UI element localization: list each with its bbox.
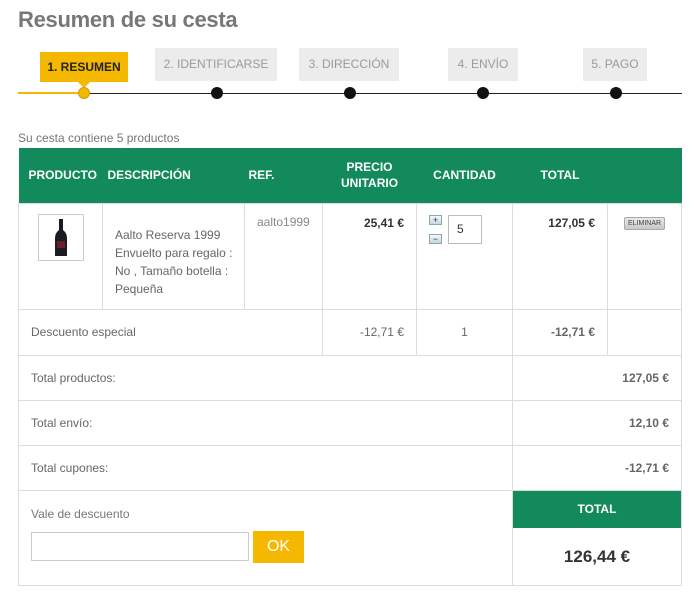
product-description-cell: Aalto Reserva 1999 Envuelto para regalo …: [102, 202, 245, 310]
product-image-cell: [18, 202, 103, 310]
grand-total-cell: TOTAL 126,44 €: [512, 489, 682, 586]
product-quantity-cell: + −: [416, 202, 513, 310]
step-dot-pago: [610, 87, 622, 99]
product-thumbnail[interactable]: [37, 213, 84, 261]
total-products-label: Total productos:: [18, 354, 513, 401]
step-dot-envio: [477, 87, 489, 99]
discount-label: Descuento especial: [18, 308, 323, 356]
product-ref-cell: aalto1999: [244, 202, 323, 310]
product-actions-cell: ELIMINAR: [607, 202, 682, 310]
quantity-decrease-button[interactable]: −: [429, 233, 442, 244]
quantity-input[interactable]: [448, 214, 482, 244]
col-header-description: DESCRIPCIÓN: [102, 148, 245, 203]
col-header-actions: [607, 148, 682, 203]
total-products-value: 127,05 €: [512, 354, 682, 401]
wine-bottle-icon: [54, 218, 67, 256]
voucher-cell: Vale de descuento OK: [18, 489, 513, 586]
quantity-increase-button[interactable]: +: [429, 214, 442, 225]
col-header-total: TOTAL: [512, 148, 608, 203]
product-ref: aalto1999: [257, 214, 310, 229]
col-header-unit-price: PRECIO UNITARIO: [322, 148, 417, 203]
quantity-stepper: + −: [417, 204, 512, 244]
step-envio[interactable]: 4. ENVÍO: [448, 48, 518, 81]
cart-table: PRODUCTO DESCRIPCIÓN REF. PRECIO UNITARI…: [18, 148, 682, 586]
total-coupons-label: Total cupones:: [18, 444, 513, 491]
step-pago[interactable]: 5. PAGO: [583, 48, 647, 81]
table-row: Aalto Reserva 1999 Envuelto para regalo …: [18, 202, 682, 310]
product-total-cell: 127,05 €: [512, 202, 608, 310]
total-coupons-value: -12,71 €: [512, 444, 682, 491]
product-description[interactable]: Aalto Reserva 1999 Envuelto para regalo …: [103, 204, 244, 298]
discount-row: Descuento especial -12,71 € 1 -12,71 €: [18, 308, 682, 356]
grand-total-value: 126,44 €: [563, 546, 631, 566]
step-resumen[interactable]: 1. RESUMEN: [40, 52, 128, 88]
total-shipping-row: Total envío: 12,10 €: [18, 399, 682, 446]
product-unit-price-cell: 25,41 €: [322, 202, 417, 310]
cart-summary: Su cesta contiene 5 productos: [18, 131, 180, 145]
discount-quantity: 1: [416, 308, 513, 356]
steps-line-progress: [18, 92, 84, 94]
total-shipping-value: 12,10 €: [512, 399, 682, 446]
discount-unit-price: -12,71 €: [322, 308, 417, 356]
step-direccion[interactable]: 3. DIRECCIÓN: [299, 48, 399, 81]
voucher-row: Vale de descuento OK TOTAL 126,44 €: [18, 489, 682, 586]
total-coupons-row: Total cupones: -12,71 €: [18, 444, 682, 491]
delete-button[interactable]: ELIMINAR: [624, 216, 666, 230]
col-header-ref: REF.: [244, 148, 323, 203]
total-shipping-label: Total envío:: [18, 399, 513, 446]
product-unit-price: 25,41 €: [363, 215, 404, 230]
voucher-input[interactable]: [31, 532, 249, 561]
step-dot-resumen: [78, 87, 90, 99]
voucher-label: Vale de descuento: [31, 506, 130, 521]
table-header-row: PRODUCTO DESCRIPCIÓN REF. PRECIO UNITARI…: [18, 148, 682, 203]
page-title: Resumen de su cesta: [18, 7, 238, 32]
product-total: 127,05 €: [548, 215, 595, 230]
col-header-product: PRODUCTO: [18, 148, 103, 203]
step-dot-identificarse: [211, 87, 223, 99]
step-dot-direccion: [344, 87, 356, 99]
total-products-row: Total productos: 127,05 €: [18, 354, 682, 401]
col-header-quantity: CANTIDAD: [416, 148, 513, 203]
discount-total: -12,71 €: [512, 308, 608, 356]
grand-total-label: TOTAL: [513, 490, 681, 528]
voucher-ok-button[interactable]: OK: [253, 530, 304, 563]
step-identificarse[interactable]: 2. IDENTIFICARSE: [155, 48, 277, 81]
discount-empty-cell: [607, 308, 682, 356]
